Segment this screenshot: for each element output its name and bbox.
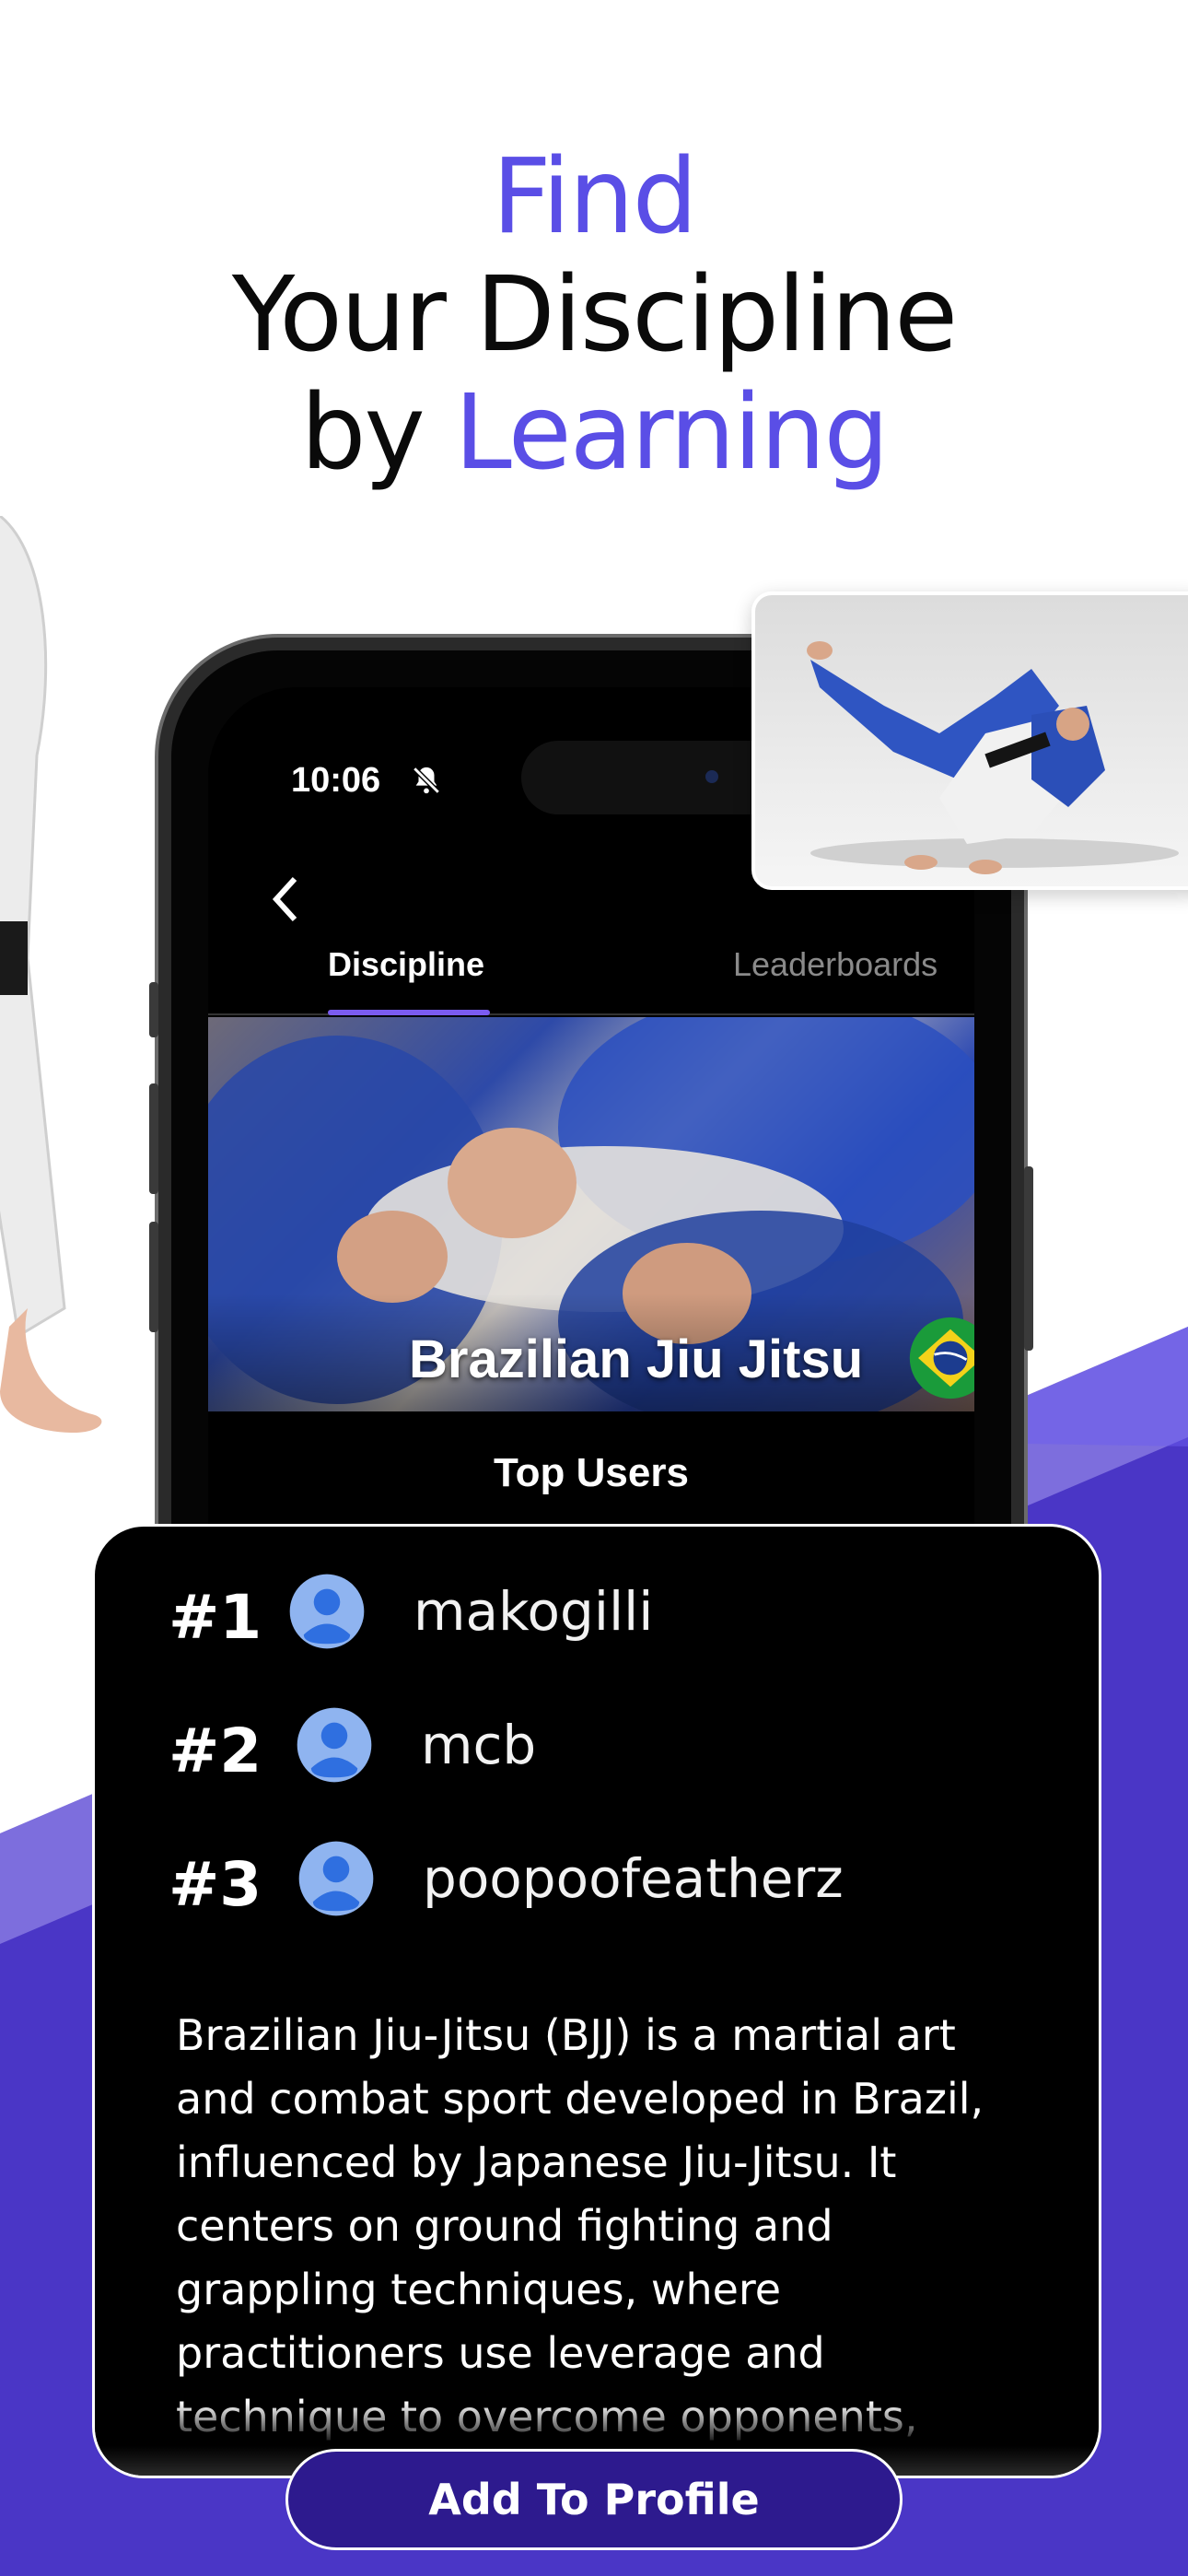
- back-chevron-icon[interactable]: [267, 872, 304, 927]
- leaderboard-row[interactable]: #1 makogilli: [169, 1573, 721, 1656]
- discipline-description: Brazilian Jiu-Jitsu (BJJ) is a martial a…: [176, 2010, 984, 2441]
- headline-line2: Your Discipline: [231, 255, 958, 375]
- headline-line1: Find: [492, 137, 697, 257]
- rank-label: #3: [169, 1849, 262, 1920]
- top-users-heading: Top Users: [494, 1450, 689, 1495]
- rank-label: #1: [169, 1582, 262, 1653]
- brazil-flag-icon: [909, 1317, 974, 1399]
- user-avatar-icon: [289, 1574, 365, 1649]
- status-time: 10:06: [291, 761, 381, 800]
- bell-slash-icon: [413, 767, 440, 794]
- add-to-profile-button[interactable]: Add To Profile: [285, 2449, 903, 2550]
- phone-power-button: [1024, 1166, 1033, 1351]
- user-avatar-icon: [298, 1841, 374, 1916]
- judoka-illustration: [0, 516, 102, 1433]
- tab-discipline[interactable]: Discipline: [328, 945, 484, 984]
- headline: Find Your Discipline by Learning: [0, 138, 1188, 492]
- headline-line3-prefix: by: [300, 373, 455, 493]
- active-tab-indicator: [328, 1010, 490, 1015]
- phone-volume-up: [149, 1083, 158, 1194]
- leaderboard-row[interactable]: #3 poopoofeatherz: [169, 1840, 905, 1923]
- rank-label: #2: [169, 1715, 262, 1786]
- username: poopoofeatherz: [423, 1847, 844, 1910]
- judo-throw-illustration: [807, 641, 1179, 874]
- leaderboard-row[interactable]: #2 mcb: [169, 1706, 721, 1789]
- username: makogilli: [413, 1580, 654, 1643]
- headline-line3-accent: Learning: [454, 373, 889, 493]
- headline-line3: by Learning: [0, 374, 1188, 492]
- discipline-hero-image: Brazilian Jiu Jitsu: [208, 1017, 974, 1411]
- phone-side-button: [149, 982, 158, 1037]
- judo-throw-photo: [751, 591, 1188, 890]
- camera-dot: [705, 770, 718, 783]
- tab-divider: [208, 1013, 974, 1015]
- user-avatar-icon: [297, 1707, 372, 1783]
- tab-leaderboards[interactable]: Leaderboards: [733, 945, 938, 984]
- discipline-title: Brazilian Jiu Jitsu: [409, 1329, 864, 1389]
- discipline-card: #1 makogilli #2 mcb #3 poopoofeatherz Br…: [92, 1524, 1101, 2478]
- phone-volume-down: [149, 1222, 158, 1332]
- username: mcb: [421, 1714, 537, 1776]
